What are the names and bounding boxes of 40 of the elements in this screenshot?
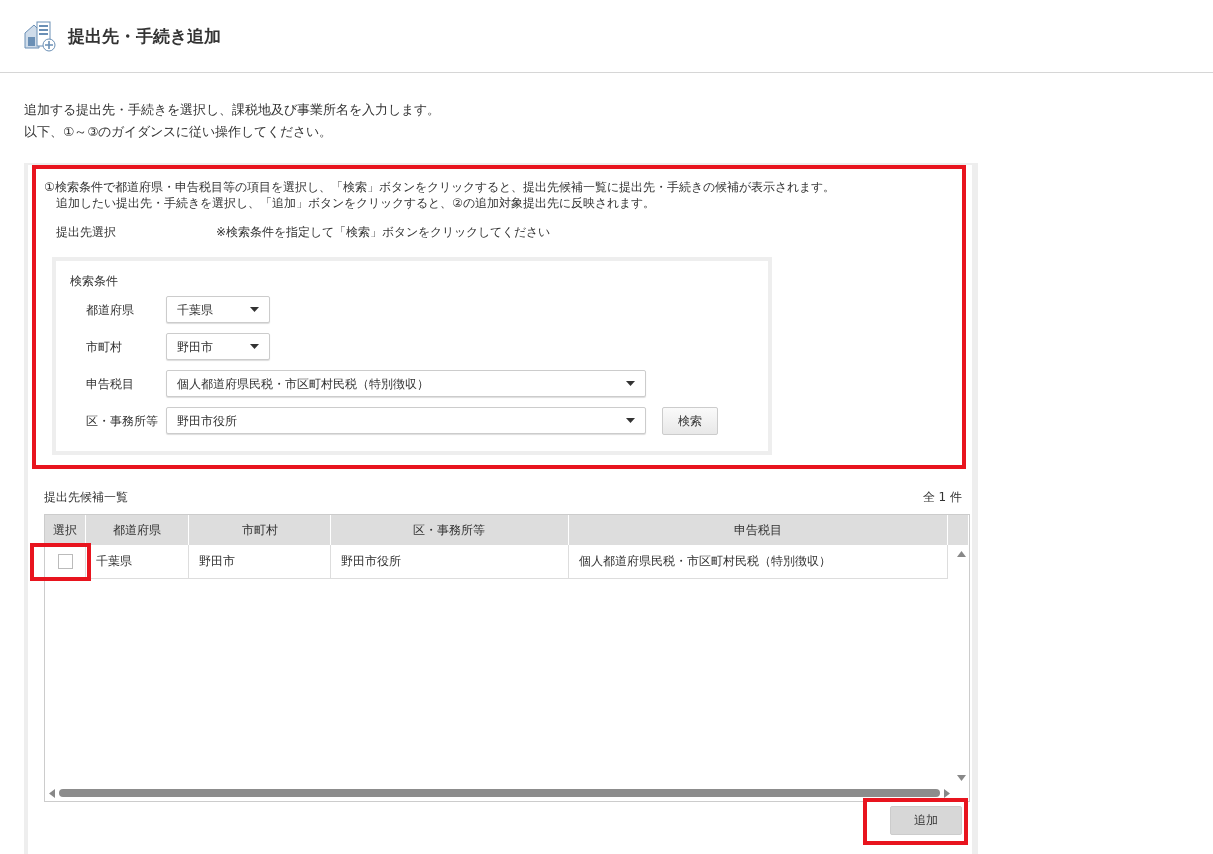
panel-title: 検索条件 [70, 273, 118, 289]
search-button[interactable]: 検索 [662, 406, 718, 435]
scroll-left-icon[interactable] [49, 788, 55, 798]
caret-icon [626, 418, 635, 423]
page-title: 提出先・手続き追加 [68, 24, 221, 48]
result-count: 全 1 件 [922, 489, 962, 506]
scrollbar-thumb[interactable] [59, 789, 940, 797]
scroll-right-icon[interactable] [944, 788, 950, 798]
dropdown[interactable]: 野田市役所 [166, 407, 646, 434]
hint-text: ※検索条件を指定して「検索」ボタンをクリックしてください [216, 224, 551, 240]
column-header: 区・事務所等 [331, 515, 568, 545]
column-header: 市町村 [188, 515, 331, 545]
scroll-down-icon[interactable] [957, 775, 966, 781]
list-title: 提出先候補一覧 [44, 489, 128, 506]
dropdown[interactable]: 野田市 [166, 333, 270, 360]
field-label: 申告税目 [85, 375, 135, 392]
add-button[interactable]: 追加 [890, 806, 962, 835]
field-label: 提出先選択 [56, 224, 117, 240]
caret-icon [250, 344, 259, 349]
scroll-up-icon[interactable] [957, 551, 966, 557]
column-header: 申告税目 [568, 515, 948, 545]
caret-icon [250, 307, 259, 312]
table-cell: 野田市 [188, 545, 331, 579]
dropdown[interactable]: 個人都道府県民税・市区町村民税（特別徴収） [166, 370, 646, 397]
intro-text: 以下、①～③のガイダンスに従い操作してください。 [24, 123, 333, 141]
guidance-text: ①検索条件で都道府県・申告税目等の項目を選択し、「検索」ボタンをクリックすると、提出先候補一覧に提出先・手続きの候補が表示されます。 [44, 179, 835, 195]
field-label: 区・事務所等 [85, 412, 159, 429]
field-label: 市町村 [85, 338, 123, 355]
table-cell: 個人都道府県民税・市区町村民税（特別徴収） [568, 545, 948, 579]
table-cell: 野田市役所 [331, 545, 568, 579]
column-header: 選択 [45, 515, 86, 545]
intro-text: 追加する提出先・手続きを選択し、課税地及び事業所名を入力します。 [24, 101, 440, 119]
table-cell: 千葉県 [85, 545, 189, 579]
checkbox[interactable] [57, 554, 73, 569]
dropdown[interactable]: 千葉県 [166, 296, 270, 323]
building-plus-icon [24, 20, 56, 52]
field-label: 都道府県 [85, 301, 135, 318]
column-header: 都道府県 [85, 515, 189, 545]
guidance-text: 追加したい提出先・手続きを選択し、「追加」ボタンをクリックすると、②の追加対象提出先に反映されます。 [56, 195, 655, 211]
caret-icon [626, 381, 635, 386]
